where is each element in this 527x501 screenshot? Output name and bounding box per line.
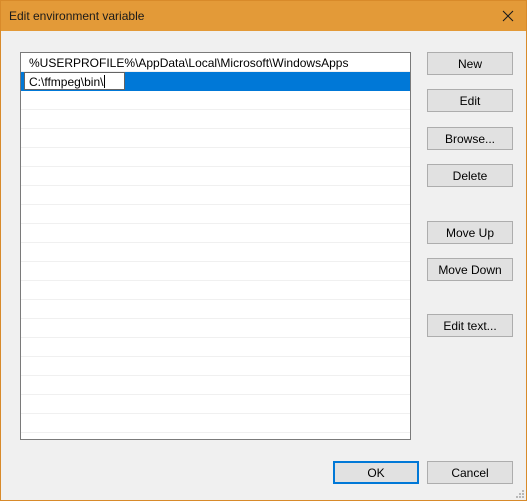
empty-list-row[interactable] (21, 281, 410, 300)
close-icon (502, 10, 514, 22)
empty-list-row[interactable] (21, 167, 410, 186)
move-up-button[interactable]: Move Up (427, 221, 513, 244)
move-down-button[interactable]: Move Down (427, 258, 513, 281)
new-button[interactable]: New (427, 52, 513, 75)
empty-list-row[interactable] (21, 414, 410, 433)
empty-list-row[interactable] (21, 338, 410, 357)
empty-list-row[interactable] (21, 129, 410, 148)
empty-list-row[interactable] (21, 186, 410, 205)
list-item-selected[interactable]: C:\ffmpeg\bin\ (21, 72, 410, 91)
title-bar: Edit environment variable (1, 1, 526, 31)
empty-list-row[interactable] (21, 262, 410, 281)
path-edit-input[interactable]: C:\ffmpeg\bin\ (24, 72, 125, 90)
edit-env-variable-dialog: Edit environment variable %USERPROFILE%\… (0, 0, 527, 501)
resize-grip-icon[interactable] (514, 488, 524, 498)
edit-text-button[interactable]: Edit text... (427, 314, 513, 337)
edit-button[interactable]: Edit (427, 89, 513, 112)
empty-list-row[interactable] (21, 205, 410, 224)
close-button[interactable] (490, 1, 526, 31)
path-edit-value: C:\ffmpeg\bin\ (29, 75, 104, 89)
empty-list-row[interactable] (21, 110, 410, 129)
ok-button[interactable]: OK (333, 461, 419, 484)
empty-list-row[interactable] (21, 243, 410, 262)
path-list[interactable]: %USERPROFILE%\AppData\Local\Microsoft\Wi… (20, 52, 411, 440)
empty-list-row[interactable] (21, 376, 410, 395)
empty-list-row[interactable] (21, 224, 410, 243)
empty-list-row[interactable] (21, 395, 410, 414)
empty-list-row[interactable] (21, 300, 410, 319)
delete-button[interactable]: Delete (427, 164, 513, 187)
text-caret (104, 75, 106, 88)
empty-list-row[interactable] (21, 91, 410, 110)
empty-list-row[interactable] (21, 357, 410, 376)
browse-button[interactable]: Browse... (427, 127, 513, 150)
empty-list-row[interactable] (21, 319, 410, 338)
cancel-button[interactable]: Cancel (427, 461, 513, 484)
dialog-title: Edit environment variable (9, 9, 145, 23)
empty-list-row[interactable] (21, 148, 410, 167)
list-item-value: %USERPROFILE%\AppData\Local\Microsoft\Wi… (29, 56, 349, 70)
list-item[interactable]: %USERPROFILE%\AppData\Local\Microsoft\Wi… (21, 53, 410, 72)
